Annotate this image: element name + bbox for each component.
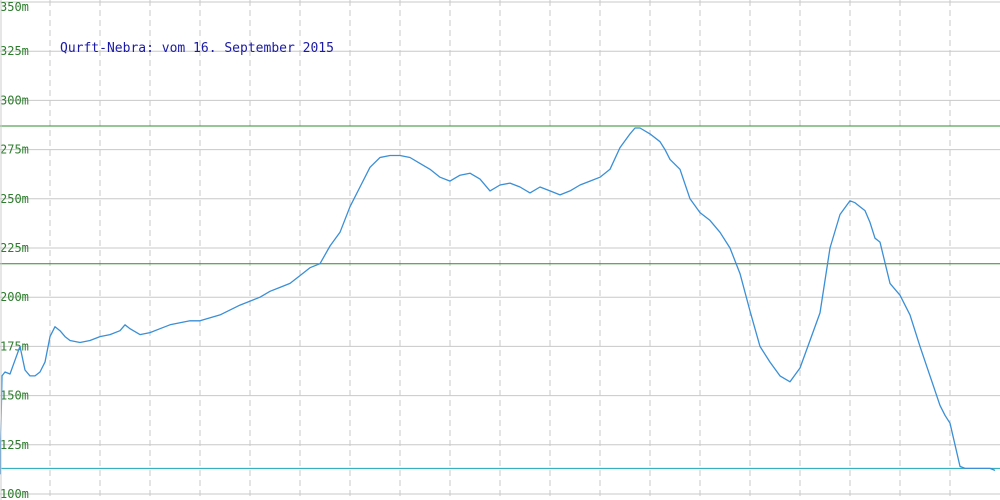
elevation-chart: 100m 125m 150m 175m 200m 225m 250m 275m 300m 325m… — [0, 0, 1000, 500]
y-tick-label: 350m — [0, 0, 29, 14]
y-tick-label: 150m — [0, 389, 29, 403]
y-tick-label: 175m — [0, 339, 29, 353]
y-tick-label: 275m — [0, 143, 29, 157]
y-tick-label: 225m — [0, 241, 29, 255]
chart-title: Qurft-Nebra: vom 16. September 2015 — [60, 41, 334, 56]
y-tick-label: 250m — [0, 192, 29, 206]
y-tick-label: 300m — [0, 93, 29, 107]
y-tick-label: 125m — [0, 438, 29, 452]
y-tick-label: 200m — [0, 290, 29, 304]
y-tick-label: 325m — [0, 44, 29, 58]
y-tick-label: 100m — [0, 487, 29, 500]
